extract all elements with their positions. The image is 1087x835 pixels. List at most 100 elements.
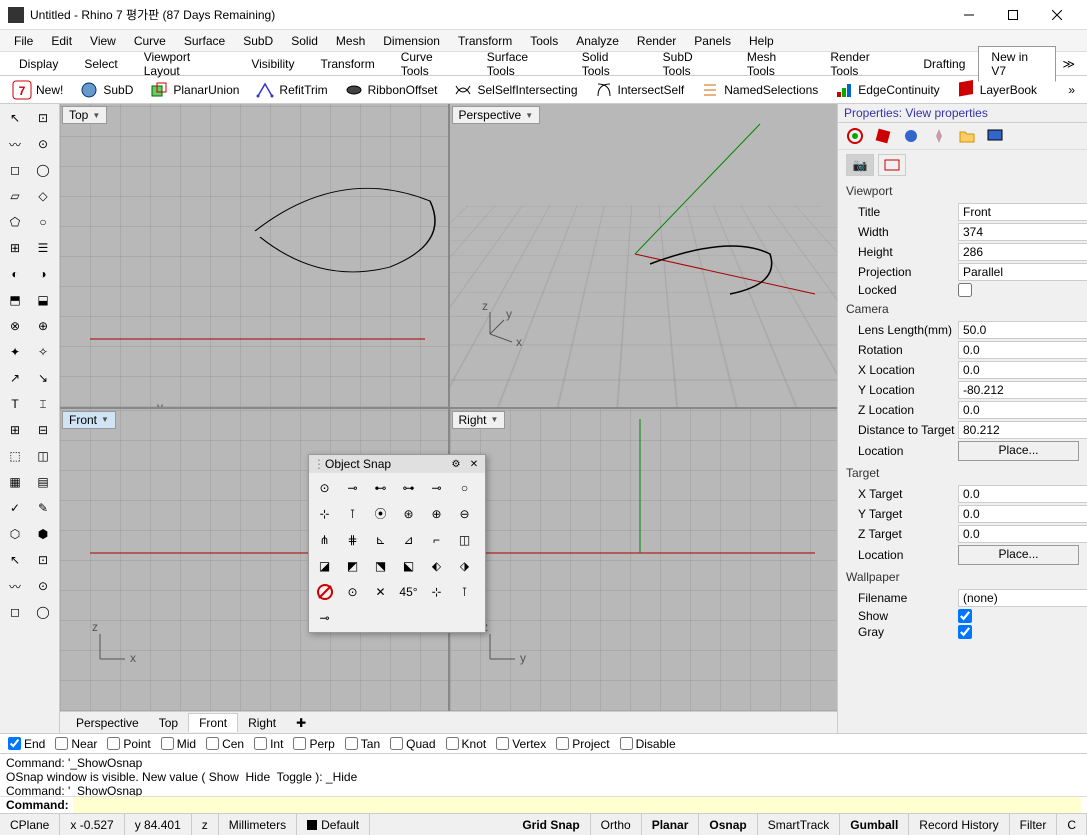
status-layer[interactable]: Default bbox=[297, 814, 370, 835]
checkbox[interactable] bbox=[206, 737, 219, 750]
osnap-check-end[interactable]: End bbox=[8, 737, 45, 751]
osnap-tool-8[interactable]: ⦿ bbox=[367, 501, 394, 526]
object-props-icon[interactable] bbox=[846, 127, 864, 145]
palette-tool-37[interactable]: ⊙ bbox=[30, 574, 56, 598]
palette-tool-9[interactable]: ○ bbox=[30, 210, 56, 234]
tab-new-in-v7[interactable]: New in V7 bbox=[978, 46, 1056, 82]
menu-mesh[interactable]: Mesh bbox=[328, 32, 373, 50]
light-icon[interactable] bbox=[930, 127, 948, 145]
tab-curve-tools[interactable]: Curve Tools bbox=[388, 46, 474, 82]
osnap-tool-3[interactable]: ⊶ bbox=[395, 475, 422, 500]
chevron-down-icon[interactable]: ▼ bbox=[92, 111, 100, 120]
status-toggle-grid-snap[interactable]: Grid Snap bbox=[512, 814, 590, 835]
palette-tool-4[interactable]: ◻ bbox=[2, 158, 28, 182]
tab-mesh-tools[interactable]: Mesh Tools bbox=[734, 46, 818, 82]
props-input-title[interactable] bbox=[958, 203, 1087, 221]
osnap-tool-14[interactable]: ⊾ bbox=[367, 527, 394, 552]
osnap-tool-27[interactable]: 45° bbox=[395, 579, 422, 604]
palette-tool-0[interactable]: ↖ bbox=[2, 106, 28, 130]
palette-tool-25[interactable]: ⊟ bbox=[30, 418, 56, 442]
toolbar-selselfintersecting[interactable]: SelSelfIntersecting bbox=[447, 78, 583, 102]
tab-transform[interactable]: Transform bbox=[307, 53, 387, 75]
props-filename[interactable] bbox=[958, 589, 1087, 607]
palette-tool-31[interactable]: ✎ bbox=[30, 496, 56, 520]
gear-icon[interactable]: ⚙ bbox=[449, 457, 463, 471]
chevron-down-icon[interactable]: ▼ bbox=[101, 415, 109, 424]
props-input-height[interactable] bbox=[958, 243, 1087, 261]
toolbar-subd[interactable]: SubD bbox=[73, 78, 139, 102]
palette-tool-23[interactable]: ⌶ bbox=[30, 392, 56, 416]
palette-tool-16[interactable]: ⊗ bbox=[2, 314, 28, 338]
osnap-tool-10[interactable]: ⊕ bbox=[423, 501, 450, 526]
osnap-check-vertex[interactable]: Vertex bbox=[496, 737, 546, 751]
toolbar-planarunion[interactable]: PlanarUnion bbox=[143, 78, 245, 102]
osnap-tool-24[interactable] bbox=[311, 579, 338, 604]
osnap-check-perp[interactable]: Perp bbox=[293, 737, 334, 751]
object-snap-panel[interactable]: ⋮ Object Snap ⚙ ✕ ⊙⊸⊷⊶⊸○⊹⊺⦿⊛⊕⊖⋔⋕⊾⊿⌐◫◪◩⬔⬕… bbox=[308, 454, 486, 633]
palette-tool-38[interactable]: ◻ bbox=[2, 600, 28, 624]
viewport-perspective[interactable]: Perspective ▼ x y z bbox=[450, 104, 838, 407]
palette-tool-20[interactable]: ↗ bbox=[2, 366, 28, 390]
osnap-tool-17[interactable]: ◫ bbox=[451, 527, 478, 552]
props-check-locked[interactable] bbox=[958, 283, 972, 297]
command-input[interactable] bbox=[73, 797, 1081, 813]
osnap-check-point[interactable]: Point bbox=[107, 737, 150, 751]
osnap-tool-13[interactable]: ⋕ bbox=[339, 527, 366, 552]
props-input-lens-length-mm-[interactable] bbox=[958, 321, 1087, 339]
status-y[interactable]: y 84.401 bbox=[125, 814, 192, 835]
status-toggle-c[interactable]: C bbox=[1057, 814, 1087, 835]
viewport-label-front[interactable]: Front ▼ bbox=[62, 411, 116, 429]
close-icon[interactable]: ✕ bbox=[467, 457, 481, 471]
checkbox[interactable] bbox=[556, 737, 569, 750]
palette-tool-13[interactable]: ◑ bbox=[30, 262, 56, 286]
toolbar-namedselections[interactable]: NamedSelections bbox=[694, 78, 824, 102]
tab-drafting[interactable]: Drafting bbox=[910, 53, 978, 75]
status-units[interactable]: Millimeters bbox=[219, 814, 297, 835]
osnap-tool-22[interactable]: ⬖ bbox=[423, 553, 450, 578]
status-toggle-filter[interactable]: Filter bbox=[1010, 814, 1058, 835]
palette-tool-17[interactable]: ⊕ bbox=[30, 314, 56, 338]
props-check-show[interactable] bbox=[958, 609, 972, 623]
tab-visibility[interactable]: Visibility bbox=[238, 53, 307, 75]
chevron-down-icon[interactable]: ▼ bbox=[491, 415, 499, 424]
tab-select[interactable]: Select bbox=[71, 53, 130, 75]
palette-tool-22[interactable]: T bbox=[2, 392, 28, 416]
palette-tool-39[interactable]: ◯ bbox=[30, 600, 56, 624]
osnap-check-disable[interactable]: Disable bbox=[620, 737, 676, 751]
palette-tool-6[interactable]: ▱ bbox=[2, 184, 28, 208]
menu-solid[interactable]: Solid bbox=[283, 32, 326, 50]
toolbar-layerbook[interactable]: LayerBook bbox=[950, 78, 1043, 102]
palette-tool-27[interactable]: ◫ bbox=[30, 444, 56, 468]
props-input-x-location[interactable] bbox=[958, 361, 1087, 379]
checkbox[interactable] bbox=[8, 737, 21, 750]
osnap-tool-23[interactable]: ⬗ bbox=[451, 553, 478, 578]
status-z[interactable]: z bbox=[192, 814, 219, 835]
menu-subd[interactable]: SubD bbox=[235, 32, 281, 50]
status-toggle-ortho[interactable]: Ortho bbox=[591, 814, 642, 835]
menu-file[interactable]: File bbox=[6, 32, 41, 50]
osnap-tool-15[interactable]: ⊿ bbox=[395, 527, 422, 552]
palette-tool-26[interactable]: ⬚ bbox=[2, 444, 28, 468]
osnap-tool-28[interactable]: ⊹ bbox=[423, 579, 450, 604]
props-input-rotation[interactable] bbox=[958, 341, 1087, 359]
palette-tool-15[interactable]: ⬓ bbox=[30, 288, 56, 312]
osnap-tool-5[interactable]: ○ bbox=[451, 475, 478, 500]
palette-tool-11[interactable]: ☰ bbox=[30, 236, 56, 260]
palette-tool-7[interactable]: ◇ bbox=[30, 184, 56, 208]
display-icon[interactable] bbox=[986, 127, 1004, 145]
osnap-tool-19[interactable]: ◩ bbox=[339, 553, 366, 578]
osnap-tool-1[interactable]: ⊸ bbox=[339, 475, 366, 500]
palette-tool-10[interactable]: ⊞ bbox=[2, 236, 28, 260]
checkbox[interactable] bbox=[345, 737, 358, 750]
osnap-tool-4[interactable]: ⊸ bbox=[423, 475, 450, 500]
osnap-tool-21[interactable]: ⬕ bbox=[395, 553, 422, 578]
menu-view[interactable]: View bbox=[82, 32, 124, 50]
osnap-check-project[interactable]: Project bbox=[556, 737, 609, 751]
folder-icon[interactable] bbox=[958, 127, 976, 145]
osnap-tool-0[interactable]: ⊙ bbox=[311, 475, 338, 500]
status-toggle-planar[interactable]: Planar bbox=[642, 814, 700, 835]
props-input-y-location[interactable] bbox=[958, 381, 1087, 399]
toolbar-ribbonoffset[interactable]: RibbonOffset bbox=[338, 78, 444, 102]
osnap-check-int[interactable]: Int bbox=[254, 737, 283, 751]
texture-icon[interactable] bbox=[902, 127, 920, 145]
